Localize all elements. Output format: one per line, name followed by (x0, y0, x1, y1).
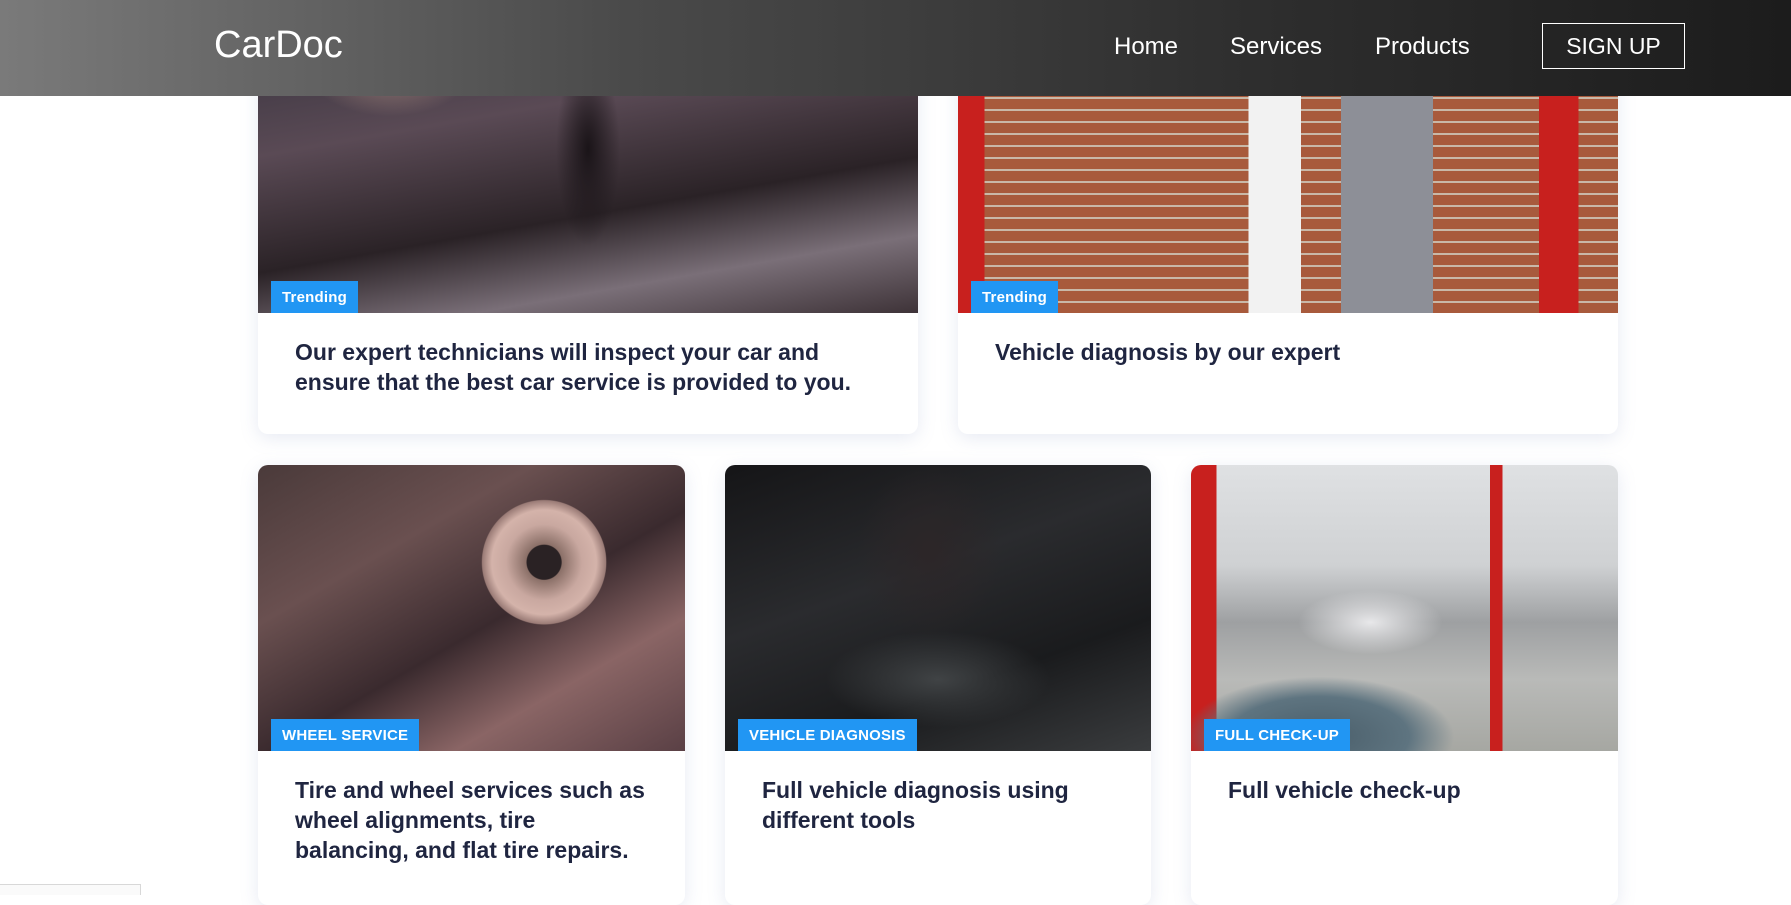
bottom-left-widget (0, 884, 141, 895)
card-description: Full vehicle check-up (1228, 777, 1461, 803)
service-card-full-checkup[interactable]: FULL CHECK-UP Full vehicle check-up (1191, 465, 1618, 905)
card-description: Full vehicle diagnosis using different t… (762, 777, 1069, 833)
card-description: Tire and wheel services such as wheel al… (295, 777, 645, 863)
signup-button[interactable]: SIGN UP (1542, 23, 1685, 69)
service-card-wheel[interactable]: WHEEL SERVICE Tire and wheel services su… (258, 465, 685, 905)
service-card-vehicle-diagnosis[interactable]: VEHICLE DIAGNOSIS Full vehicle diagnosis… (725, 465, 1151, 905)
card-image-engine-diagnosis: VEHICLE DIAGNOSIS (725, 465, 1151, 751)
service-card-expert-diagnosis[interactable]: Trending Vehicle diagnosis by our expert (958, 40, 1618, 434)
nav-link-products[interactable]: Products (1375, 33, 1470, 61)
card-description: Our expert technicians will inspect your… (295, 339, 852, 395)
card-description: Vehicle diagnosis by our expert (995, 339, 1341, 365)
card-badge[interactable]: VEHICLE DIAGNOSIS (738, 719, 917, 751)
nav-link-services[interactable]: Services (1230, 33, 1322, 61)
card-image-brake-disc: WHEEL SERVICE (258, 465, 685, 751)
brand-logo[interactable]: CarDoc (214, 24, 343, 67)
top-navbar: CarDoc Home Services Products SIGN UP (0, 0, 1791, 96)
service-card-inspection[interactable]: Trending Our expert technicians will ins… (258, 40, 918, 434)
nav-link-home[interactable]: Home (1114, 33, 1178, 61)
card-badge[interactable]: FULL CHECK-UP (1204, 719, 1350, 751)
card-badge[interactable]: Trending (971, 281, 1058, 313)
card-image-service-bay: FULL CHECK-UP (1191, 465, 1618, 751)
card-badge[interactable]: WHEEL SERVICE (271, 719, 420, 751)
card-badge[interactable]: Trending (271, 281, 358, 313)
